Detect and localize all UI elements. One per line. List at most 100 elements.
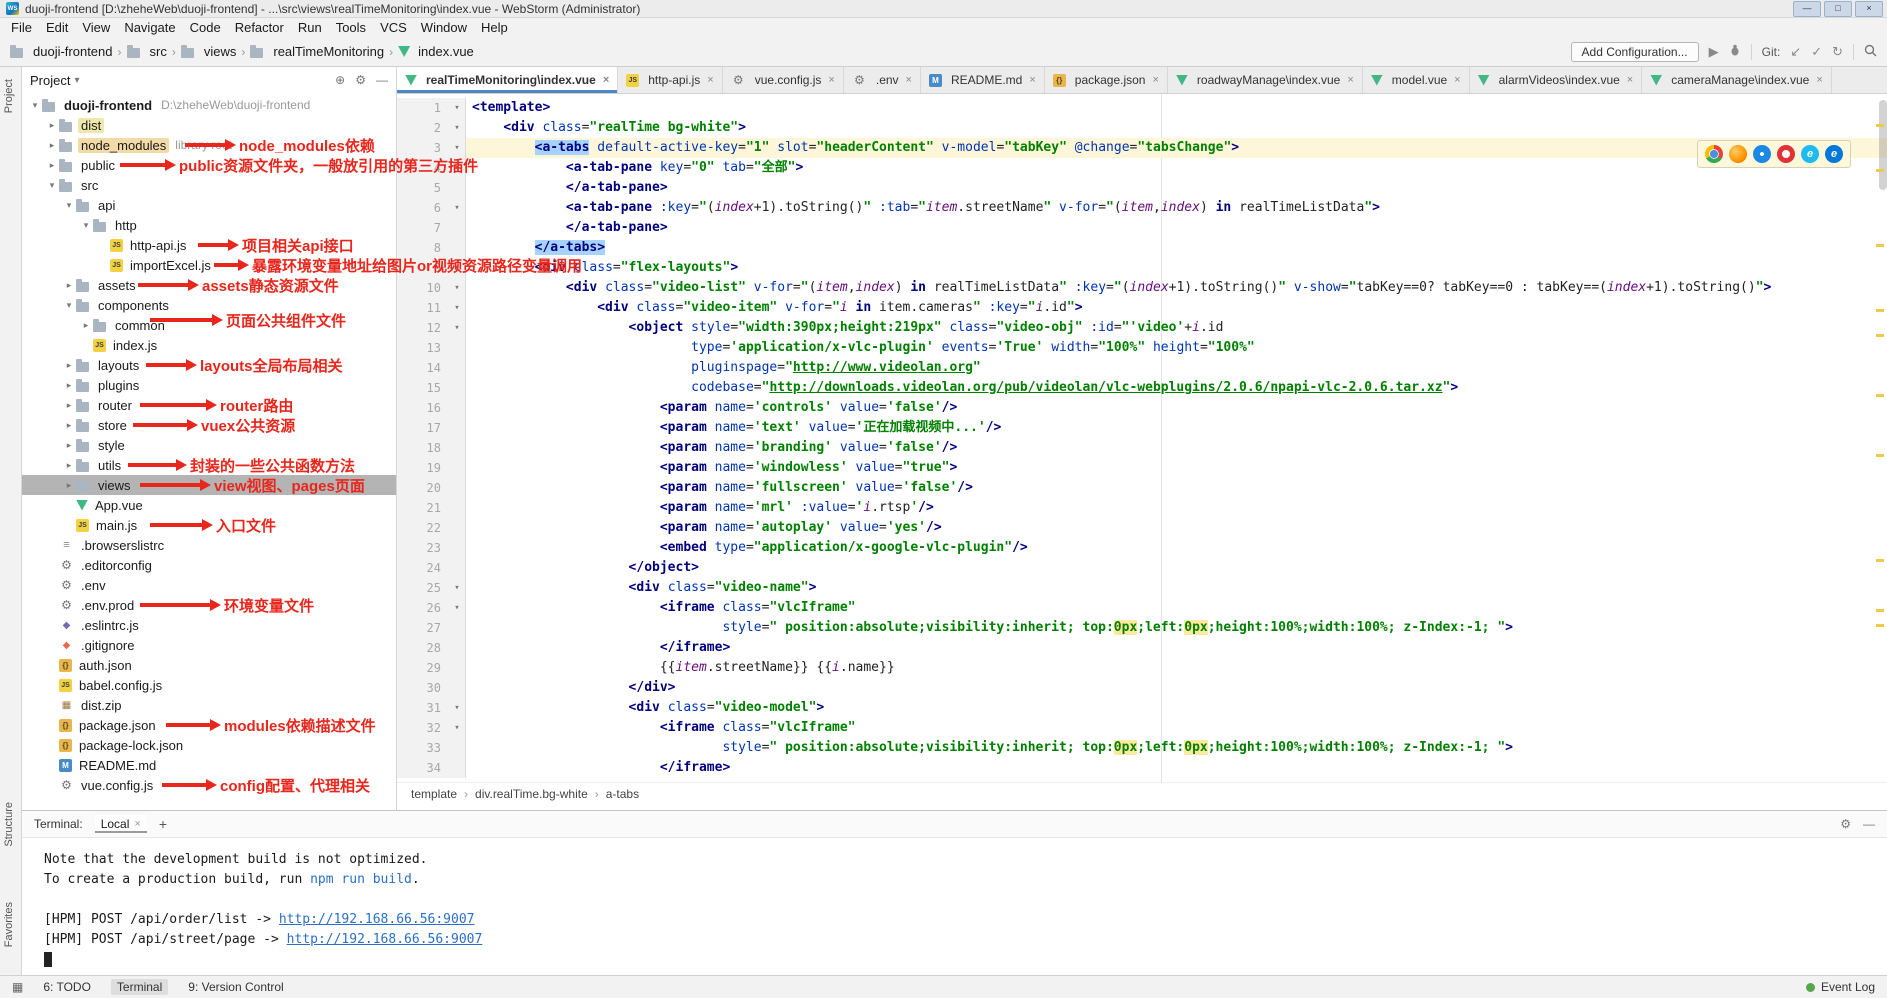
locate-file-icon[interactable]: ⊕ xyxy=(335,73,345,87)
tree-item[interactable]: ▾api xyxy=(22,195,396,215)
close-tab-icon[interactable]: × xyxy=(1347,74,1353,86)
chrome-browser-icon[interactable] xyxy=(1705,145,1723,163)
chevron-closed-icon[interactable]: ▸ xyxy=(45,120,59,131)
breadcrumb-item[interactable]: views xyxy=(181,44,237,59)
fold-marker-icon[interactable]: ▾ xyxy=(449,258,466,278)
terminal-link[interactable]: http://192.168.66.56:9007 xyxy=(287,932,483,947)
code-line[interactable]: 21 <param name='mrl' :value='i.rtsp'/> xyxy=(397,498,1887,518)
tree-item[interactable]: ▸store xyxy=(22,415,396,435)
close-tab-icon[interactable]: × xyxy=(1454,74,1460,86)
ie-browser-icon[interactable]: e xyxy=(1801,145,1819,163)
tree-item[interactable]: ▸assets xyxy=(22,275,396,295)
tree-item[interactable]: JShttp-api.js xyxy=(22,235,396,255)
editor-breadcrumb-item[interactable]: a-tabs xyxy=(606,787,639,801)
git-update-icon[interactable]: ↙ xyxy=(1790,44,1801,60)
editor-tab[interactable]: model.vue× xyxy=(1363,67,1470,93)
chevron-open-icon[interactable]: ▾ xyxy=(62,300,76,311)
firefox-browser-icon[interactable] xyxy=(1729,145,1747,163)
chevron-closed-icon[interactable]: ▸ xyxy=(62,420,76,431)
code-line[interactable]: 16 <param name='controls' value='false'/… xyxy=(397,398,1887,418)
code-line[interactable]: 17 <param name='text' value='正在加载视频中...'… xyxy=(397,418,1887,438)
tree-item[interactable]: ◆.eslintrc.js xyxy=(22,615,396,635)
fold-marker-icon[interactable]: ▾ xyxy=(449,718,466,738)
menu-navigate[interactable]: Navigate xyxy=(117,19,182,36)
close-tab-icon[interactable]: × xyxy=(1152,74,1158,86)
tree-item[interactable]: ▸views xyxy=(22,475,396,495)
breadcrumb-item[interactable]: realTimeMonitoring xyxy=(250,44,384,59)
menu-code[interactable]: Code xyxy=(183,19,228,36)
code-line[interactable]: 8 </a-tabs> xyxy=(397,238,1887,258)
code-line[interactable]: 10▾ <div class="video-list" v-for="(item… xyxy=(397,278,1887,298)
tree-item[interactable]: ▦dist.zip xyxy=(22,695,396,715)
close-tab-icon[interactable]: × xyxy=(828,74,834,86)
code-line[interactable]: 9▾ <div class="flex-layouts"> xyxy=(397,258,1887,278)
chevron-closed-icon[interactable]: ▸ xyxy=(62,360,76,371)
event-log-button[interactable]: Event Log xyxy=(1821,980,1875,994)
breadcrumb-item[interactable]: src xyxy=(127,44,167,59)
chevron-closed-icon[interactable]: ▸ xyxy=(62,400,76,411)
code-line[interactable]: 7 </a-tab-pane> xyxy=(397,218,1887,238)
chevron-closed-icon[interactable]: ▸ xyxy=(62,380,76,391)
chevron-closed-icon[interactable]: ▸ xyxy=(45,160,59,171)
code-line[interactable]: 15 codebase="http://downloads.videolan.o… xyxy=(397,378,1887,398)
fold-marker-icon[interactable]: ▾ xyxy=(449,318,466,338)
close-tab-icon[interactable]: × xyxy=(1816,74,1822,86)
menu-edit[interactable]: Edit xyxy=(39,19,75,36)
menu-window[interactable]: Window xyxy=(414,19,474,36)
run-icon[interactable]: ▶ xyxy=(1709,44,1719,60)
tree-item[interactable]: ▾src xyxy=(22,175,396,195)
hide-panel-icon[interactable]: — xyxy=(376,73,388,87)
terminal-toolwindow-button[interactable]: Terminal xyxy=(111,979,168,995)
close-terminal-tab-icon[interactable]: × xyxy=(134,818,140,830)
menu-help[interactable]: Help xyxy=(474,19,515,36)
tree-item[interactable]: ▸public xyxy=(22,155,396,175)
menu-file[interactable]: File xyxy=(4,19,39,36)
todo-toolwindow-button[interactable]: 6: TODO xyxy=(43,980,91,994)
code-line[interactable]: 4▾ <a-tab-pane key="0" tab="全部"> xyxy=(397,158,1887,178)
chevron-closed-icon[interactable]: ▸ xyxy=(62,280,76,291)
chevron-closed-icon[interactable]: ▸ xyxy=(62,480,76,491)
menu-run[interactable]: Run xyxy=(291,19,329,36)
tree-item[interactable]: ▸common xyxy=(22,315,396,335)
menu-tools[interactable]: Tools xyxy=(329,19,373,36)
editor-breadcrumb-item[interactable]: template xyxy=(411,787,457,801)
code-line[interactable]: 13 type='application/x-vlc-plugin' event… xyxy=(397,338,1887,358)
tree-item[interactable]: ⚙.env xyxy=(22,575,396,595)
code-line[interactable]: 5 </a-tab-pane> xyxy=(397,178,1887,198)
tree-item[interactable]: ▸dist xyxy=(22,115,396,135)
tree-item[interactable]: ⚙.editorconfig xyxy=(22,555,396,575)
settings-gear-icon[interactable]: ⚙ xyxy=(355,73,366,87)
menu-view[interactable]: View xyxy=(75,19,117,36)
code-line[interactable]: 23 <embed type="application/x-google-vlc… xyxy=(397,538,1887,558)
tree-item[interactable]: ◆.gitignore xyxy=(22,635,396,655)
debug-icon[interactable] xyxy=(1729,44,1741,59)
editor-tab[interactable]: ⚙vue.config.js× xyxy=(723,67,844,93)
tree-item[interactable]: App.vue xyxy=(22,495,396,515)
search-everywhere-icon[interactable] xyxy=(1864,44,1877,60)
close-tab-icon[interactable]: × xyxy=(1627,74,1633,86)
chevron-closed-icon[interactable]: ▸ xyxy=(62,440,76,451)
close-button[interactable]: × xyxy=(1855,1,1883,17)
code-line[interactable]: 20 <param name='fullscreen' value='false… xyxy=(397,478,1887,498)
breadcrumb-item[interactable]: duoji-frontend xyxy=(10,44,113,59)
tree-item[interactable]: ▸router xyxy=(22,395,396,415)
editor-tab[interactable]: MREADME.md× xyxy=(921,67,1045,93)
maximize-button[interactable]: □ xyxy=(1824,1,1852,17)
code-line[interactable]: 3▾ <a-tabs default-active-key="1" slot="… xyxy=(397,138,1887,158)
editor-breadcrumb-item[interactable]: div.realTime.bg-white xyxy=(475,787,588,801)
code-line[interactable]: 32▾ <iframe class="vlcIframe" xyxy=(397,718,1887,738)
tree-item[interactable]: ▸style xyxy=(22,435,396,455)
menu-refactor[interactable]: Refactor xyxy=(228,19,291,36)
safari-browser-icon[interactable] xyxy=(1753,145,1771,163)
fold-marker-icon[interactable]: ▾ xyxy=(449,118,466,138)
code-line[interactable]: 22 <param name='autoplay' value='yes'/> xyxy=(397,518,1887,538)
editor-tab[interactable]: realTimeMonitoring\index.vue× xyxy=(397,67,618,93)
editor-tab[interactable]: cameraManage\index.vue× xyxy=(1642,67,1832,93)
tree-item[interactable]: JSimportExcel.js xyxy=(22,255,396,275)
editor-tab[interactable]: {}package.json× xyxy=(1045,67,1168,93)
tree-item[interactable]: ⚙vue.config.js xyxy=(22,775,396,795)
code-line[interactable]: 12▾ <object style="width:390px;height:21… xyxy=(397,318,1887,338)
tree-item[interactable]: {}package.json xyxy=(22,715,396,735)
code-line[interactable]: 34 </iframe> xyxy=(397,758,1887,778)
fold-marker-icon[interactable]: ▾ xyxy=(449,598,466,618)
